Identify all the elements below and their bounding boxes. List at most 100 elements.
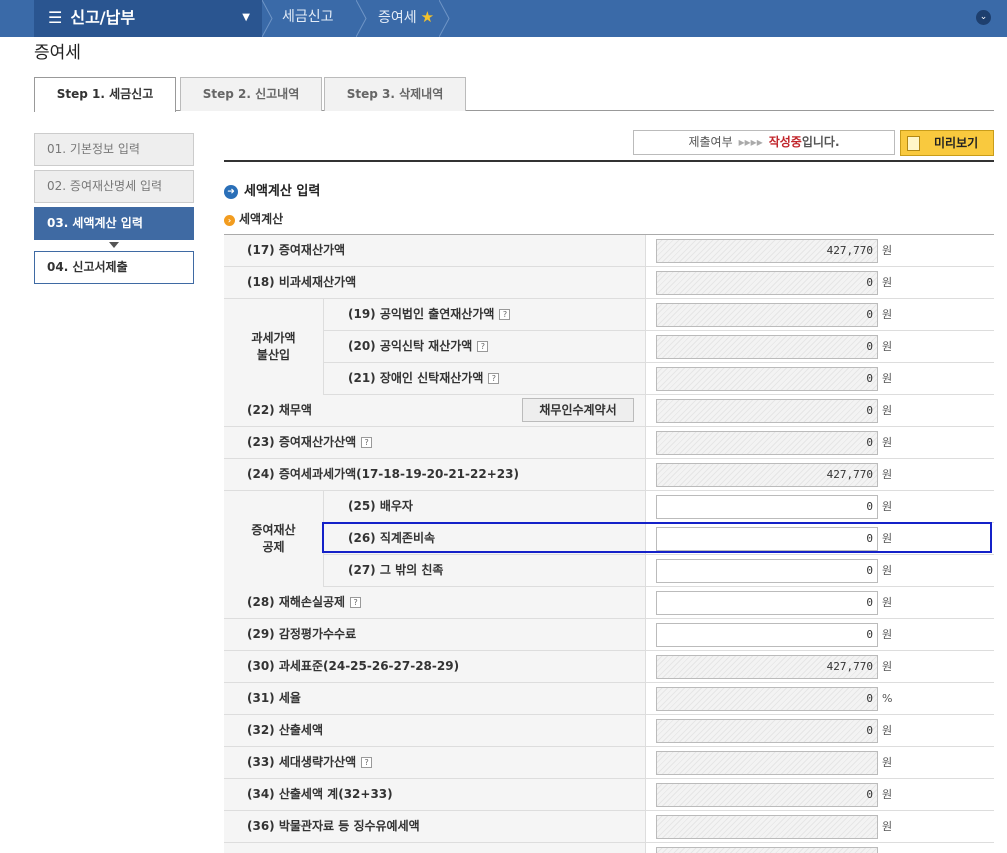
group-label-nontaxable: 과세가액 불산입	[224, 299, 324, 395]
amount-input[interactable]: 427,770	[656, 655, 878, 679]
table-row: (24) 증여세과세가액(17-18-19-20-21-22+23) 427,77…	[224, 459, 994, 491]
table-row	[224, 843, 994, 853]
unit-label: 원	[882, 340, 893, 353]
amount-input[interactable]: 0	[656, 623, 878, 647]
collapse-chevron-icon[interactable]: ⌄	[976, 10, 991, 25]
tab-step1[interactable]: Step 1. 세금신고	[34, 77, 176, 112]
row-label-text: (34) 산출세액 계(32+33)	[247, 787, 393, 801]
table-row: (18) 비과세재산가액 0 원	[224, 267, 994, 299]
unit-label: 원	[882, 468, 893, 481]
unit-label: 원	[882, 372, 893, 385]
side-nav-tax-calc[interactable]: 03. 세액계산 입력	[34, 207, 194, 240]
row-value-cell: 0원	[645, 555, 994, 586]
row-value-cell: 0원	[645, 395, 994, 426]
row-value-cell: 0원	[645, 587, 994, 618]
table-row: (27) 그 밖의 친족 0 원	[224, 555, 994, 587]
row-label-text: (27) 그 밖의 친족	[348, 563, 444, 577]
step-arrow-icon	[109, 242, 119, 248]
amount-input[interactable]	[656, 751, 878, 775]
table-row: (20) 공익신탁 재산가액? 0 원	[224, 331, 994, 363]
row-label-text: (24) 증여세과세가액(17-18-19-20-21-22+23)	[247, 467, 519, 481]
status-suffix: 입니다.	[801, 135, 840, 149]
row-label-text: (31) 세율	[247, 691, 301, 705]
table-row: (21) 장애인 신탁재산가액? 0 원	[224, 363, 994, 395]
row-value-cell: 427,770 원	[645, 651, 994, 682]
unit-label: 원	[882, 308, 893, 321]
row-value-cell: 0원	[645, 619, 994, 650]
amount-input[interactable]: 0	[656, 367, 878, 391]
tab-step3[interactable]: Step 3. 삭제내역	[324, 77, 466, 111]
side-nav-gift-property[interactable]: 02. 증여재산명세 입력	[34, 170, 194, 203]
table-row: (19) 공익법인 출연재산가액? 0 원	[224, 299, 994, 331]
help-icon[interactable]: ?	[488, 373, 500, 384]
row-value-cell: 0원	[645, 427, 994, 458]
row-label: (22) 채무액 채무인수계약서	[224, 395, 645, 426]
breadcrumb-separator-icon	[439, 0, 450, 37]
row-label-text: (17) 증여재산가액	[247, 243, 346, 257]
amount-input[interactable]	[656, 847, 878, 853]
table-row: (25) 배우자 0 원	[224, 491, 994, 523]
page-title: 증여세	[34, 43, 81, 63]
side-nav-basic-info[interactable]: 01. 기본정보 입력	[34, 133, 194, 166]
row-value-cell: 0원	[645, 299, 994, 330]
help-icon[interactable]: ?	[499, 309, 511, 320]
amount-input[interactable]: 0	[656, 559, 878, 583]
unit-label: 원	[882, 404, 893, 417]
side-nav-submit[interactable]: 04. 신고서제출	[34, 251, 194, 284]
preview-label: 미리보기	[934, 136, 979, 150]
row-value-cell: 원	[645, 811, 994, 842]
row-label: (30) 과세표준(24-25-26-27-28-29)	[224, 651, 645, 682]
unit-label: %	[882, 692, 893, 705]
unit-label: 원	[882, 788, 893, 801]
tab-step2[interactable]: Step 2. 신고내역	[180, 77, 322, 111]
amount-input[interactable]: 0	[656, 399, 878, 423]
debt-contract-button[interactable]: 채무인수계약서	[522, 398, 634, 422]
breadcrumb-item-gift-tax[interactable]: 증여세 ★	[378, 0, 434, 37]
section-title-text: 세액계산 입력	[244, 184, 321, 199]
amount-input[interactable]: 0	[656, 335, 878, 359]
table-row: (36) 박물관자료 등 징수유예세액 원	[224, 811, 994, 843]
help-icon[interactable]: ?	[477, 341, 489, 352]
row-label: (25) 배우자	[324, 491, 645, 522]
row-label: (34) 산출세액 계(32+33)	[224, 779, 645, 810]
preview-button[interactable]: 미리보기	[900, 130, 994, 156]
table-row: (30) 과세표준(24-25-26-27-28-29) 427,770 원	[224, 651, 994, 683]
row-value-cell: 427,770 원	[645, 459, 994, 490]
amount-input[interactable]: 0	[656, 495, 878, 519]
row-label: (29) 감정평가수수료	[224, 619, 645, 650]
favorite-star-icon[interactable]: ★	[421, 8, 434, 26]
amount-input[interactable]: 0	[656, 271, 878, 295]
row-value-cell	[645, 843, 994, 853]
help-icon[interactable]: ?	[361, 437, 373, 448]
amount-input[interactable]: 0	[656, 431, 878, 455]
unit-label: 원	[882, 628, 893, 641]
table-row: (29) 감정평가수수료 0 원	[224, 619, 994, 651]
row-label: (17) 증여재산가액	[224, 235, 645, 266]
amount-input[interactable]: 427,770	[656, 463, 878, 487]
unit-label: 원	[882, 436, 893, 449]
menu-button[interactable]: ☰ 신고/납부 ▼	[34, 0, 262, 37]
table-row: (33) 세대생략가산액? 원	[224, 747, 994, 779]
unit-label: 원	[882, 596, 893, 609]
amount-input[interactable]: 427,770	[656, 239, 878, 263]
amount-input[interactable]: 0	[656, 591, 878, 615]
amount-input[interactable]: 0	[656, 303, 878, 327]
row-label-text: (28) 재해손실공제	[247, 595, 346, 609]
breadcrumb-separator-icon	[262, 0, 273, 37]
amount-input[interactable]: 0	[656, 719, 878, 743]
unit-label: 원	[882, 564, 893, 577]
row-label: (20) 공익신탁 재산가액?	[324, 331, 645, 362]
amount-input[interactable]: 0	[656, 687, 878, 711]
row-label: (33) 세대생략가산액?	[224, 747, 645, 778]
dropdown-caret-icon: ▼	[242, 12, 250, 23]
amount-input[interactable]: 0	[656, 783, 878, 807]
help-icon[interactable]: ?	[361, 757, 373, 768]
amount-input[interactable]	[656, 815, 878, 839]
unit-label: 원	[882, 244, 893, 257]
help-icon[interactable]: ?	[350, 597, 362, 608]
table-row: (17) 증여재산가액 427,770 원	[224, 235, 994, 267]
unit-label: 원	[882, 724, 893, 737]
bullet-icon: ›	[224, 215, 235, 226]
breadcrumb-item-tax-filing[interactable]: 세금신고	[282, 0, 334, 37]
table-row: (22) 채무액 채무인수계약서 0 원	[224, 395, 994, 427]
